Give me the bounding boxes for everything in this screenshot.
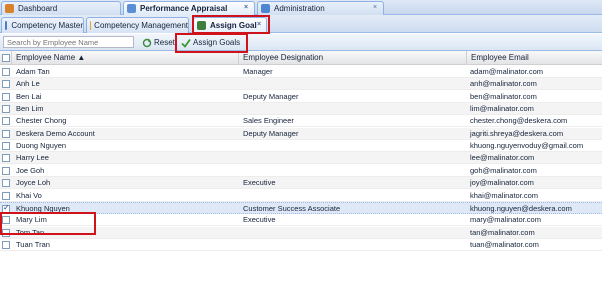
table-row[interactable]: Ben Lim lim@malinator.com: [0, 103, 602, 116]
select-all-column: [0, 51, 12, 65]
toolbar: Reset Assign Goals: [0, 34, 602, 51]
competency-master-icon: [5, 21, 8, 30]
table-row[interactable]: Ben Lai Deputy Manager ben@malinator.com: [0, 91, 602, 103]
employee-designation-cell: [243, 227, 465, 239]
row-checkbox[interactable]: [2, 240, 10, 249]
row-checkbox[interactable]: [2, 191, 10, 200]
column-employee-designation[interactable]: Employee Designation: [239, 51, 467, 65]
row-checkbox[interactable]: [2, 142, 10, 151]
tab-label: Performance Appraisal: [140, 4, 228, 13]
select-all-checkbox[interactable]: [2, 54, 10, 62]
reset-label: Reset: [154, 38, 175, 47]
employee-designation-cell: Deputy Manager: [243, 91, 299, 101]
administration-icon: [261, 4, 270, 13]
tab-competency-master[interactable]: Competency Master: [1, 17, 84, 33]
close-icon[interactable]: ×: [371, 4, 379, 12]
employee-email-cell: khuong.nguyenvoduy@gmail.com: [470, 141, 584, 151]
search-input[interactable]: [3, 36, 134, 48]
employee-designation-cell: [243, 190, 465, 202]
employee-name-cell: Duong Nguyen: [16, 141, 67, 151]
employee-email-cell: jagriti.shreya@deskera.com: [470, 128, 564, 138]
employee-designation-cell: Deputy Manager: [243, 128, 299, 138]
employee-email-cell: lim@malinator.com: [470, 104, 534, 114]
table-row[interactable]: Joe Goh goh@malinator.com: [0, 165, 602, 177]
employee-name-cell: Anh Le: [16, 79, 40, 89]
table-row[interactable]: Chester Chong Sales Engineer chester.chong…: [0, 115, 602, 128]
employee-name-cell: Ben Lim: [16, 104, 44, 114]
employee-email-cell: adam@malinator.com: [470, 67, 544, 76]
tab-competency-management[interactable]: Competency Management: [86, 17, 189, 33]
employee-designation-cell: [243, 165, 465, 177]
row-checkbox[interactable]: [2, 166, 10, 175]
employee-name-cell: Harry Lee: [16, 153, 49, 163]
employee-email-cell: joy@malinator.com: [470, 178, 534, 188]
dashboard-icon: [5, 4, 14, 13]
table-row[interactable]: Deskera Demo Account Deputy Manager jagrit…: [0, 127, 602, 140]
tab-label: Administration: [274, 4, 325, 13]
employee-name-cell: Ben Lai: [16, 91, 42, 101]
employee-name-cell: Adam Tan: [16, 67, 50, 76]
column-employee-name[interactable]: Employee Name ▲: [12, 51, 239, 65]
table-row[interactable]: Tuan Tran tuan@malinator.com: [0, 239, 602, 251]
table-row[interactable]: Adam Tan Manager adam@malinator.com: [0, 66, 602, 78]
table-row[interactable]: Joyce Loh Executive joy@malinator.com: [0, 177, 602, 190]
row-checkbox[interactable]: [2, 117, 10, 126]
module-tab-strip: Competency Master Competency Management …: [0, 15, 602, 33]
table-row[interactable]: Anh Le anh@malinator.com: [0, 78, 602, 91]
employee-name-cell: Deskera Demo Account: [16, 128, 95, 138]
top-tab-strip: Dashboard Performance Appraisal × Admini…: [0, 0, 602, 15]
employee-name-cell: Khai Vo: [16, 190, 42, 200]
employee-email-cell: khai@malinator.com: [470, 190, 539, 200]
employee-email-cell: anh@malinator.com: [470, 79, 537, 89]
employee-designation-cell: Manager: [243, 67, 273, 76]
employee-designation-cell: [243, 239, 465, 251]
highlight-assign-goals-button: [175, 33, 248, 53]
employee-designation-cell: [243, 152, 465, 164]
row-checkbox[interactable]: [2, 179, 10, 188]
grid-header: Employee Name ▲ Employee Designation Emp…: [0, 51, 602, 65]
table-row[interactable]: Harry Lee lee@malinator.com: [0, 152, 602, 165]
column-employee-email[interactable]: Employee Email: [467, 51, 602, 65]
close-icon[interactable]: ×: [242, 4, 250, 12]
reset-icon: [142, 38, 152, 48]
tab-administration[interactable]: Administration ×: [257, 1, 384, 15]
employee-email-cell: chester.chong@deskera.com: [470, 116, 568, 126]
employee-email-cell: tan@malinator.com: [470, 227, 535, 237]
row-checkbox[interactable]: [2, 92, 10, 101]
employee-designation-cell: Sales Engineer: [243, 116, 294, 126]
employee-email-cell: tuan@malinator.com: [470, 239, 539, 249]
table-row[interactable]: Duong Nguyen khuong.nguyenvoduy@gmail.com: [0, 140, 602, 153]
employee-name-cell: Joe Goh: [16, 165, 45, 175]
row-checkbox[interactable]: [2, 154, 10, 163]
tab-dashboard[interactable]: Dashboard: [1, 1, 121, 15]
table-row[interactable]: Khai Vo khai@malinator.com: [0, 190, 602, 202]
row-checkbox[interactable]: [2, 105, 10, 114]
reset-button[interactable]: Reset: [142, 36, 175, 49]
employee-designation-cell: [243, 78, 465, 90]
employee-email-cell: ben@malinator.com: [470, 91, 537, 101]
employee-designation-cell: [243, 140, 465, 152]
employee-name-cell: Joyce Loh: [16, 178, 51, 188]
tab-performance-appraisal[interactable]: Performance Appraisal ×: [123, 1, 255, 15]
row-checkbox[interactable]: [2, 129, 10, 138]
highlight-assign-goal-tab: [192, 15, 270, 34]
performance-icon: [127, 4, 136, 13]
tab-label: Dashboard: [18, 4, 58, 13]
employee-designation-cell: Executive: [243, 178, 276, 188]
employee-designation-cell: Customer Success Associate: [243, 203, 341, 213]
employee-email-cell: lee@malinator.com: [470, 153, 535, 163]
tab-label: Competency Master: [11, 21, 83, 30]
tab-label: Competency Management: [94, 21, 188, 30]
employee-name-cell: Tuan Tran: [16, 239, 50, 249]
row-checkbox[interactable]: [2, 68, 10, 76]
row-checkbox[interactable]: [2, 80, 10, 89]
employee-email-cell: goh@malinator.com: [470, 165, 537, 175]
highlight-selected-employee: [0, 212, 96, 235]
employee-name-cell: Chester Chong: [16, 116, 67, 126]
employee-designation-cell: [243, 103, 465, 115]
employee-designation-cell: Executive: [243, 215, 276, 225]
employee-email-cell: mary@malinator.com: [470, 215, 541, 225]
employee-email-cell: khuong.nguyen@deskera.com: [470, 203, 572, 213]
